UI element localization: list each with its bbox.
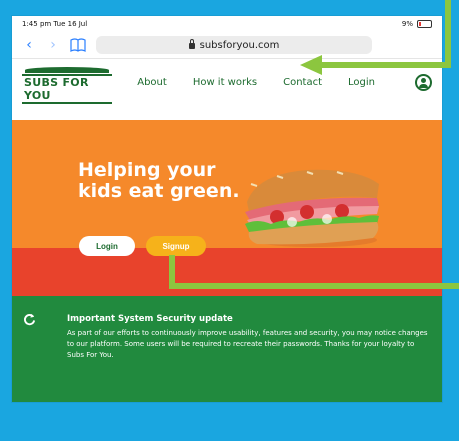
sandwich-image [245,169,379,247]
site-nav: About How it works Contact Login [137,73,432,91]
notice-title: Important System Security update [67,314,233,324]
annotation-arrowhead-top [300,55,322,75]
annotation-arrow-bottom-vertical [169,255,175,289]
hero-login-button[interactable]: Login [79,236,135,256]
refresh-icon [24,313,36,326]
hero-headline: Helping your kids eat green. [78,160,240,202]
annotation-arrow-bottom-horizontal [169,283,459,289]
logo-arc [25,67,109,73]
hero-signup-button[interactable]: Signup [146,236,206,256]
nav-how-it-works[interactable]: How it works [193,77,257,88]
nav-login[interactable]: Login [348,77,375,88]
nav-contact[interactable]: Contact [283,77,322,88]
lock-icon [188,39,195,49]
annotation-arrow-top-vertical [445,0,451,68]
address-url: subsforyou.com [199,39,280,51]
headline-line1: Helping your [78,159,216,181]
address-bar[interactable]: subsforyou.com [96,36,372,54]
forward-icon[interactable]: › [46,37,60,53]
battery-percent: 9% [401,20,413,28]
notice-body: As part of our efforts to continuously i… [67,329,428,359]
back-icon[interactable]: ‹ [22,37,36,53]
status-time: 1:45 pm Tue 16 Jul [22,20,88,28]
logo-text: SUBS FOR YOU [22,74,112,104]
headline-line2: kids eat green. [78,180,240,202]
status-indicators: 9% [402,20,432,28]
user-icon[interactable] [415,73,432,91]
bookmarks-icon[interactable] [70,38,86,52]
device-screen: 1:45 pm Tue 16 Jul 9% ‹ › subsforyou.com… [12,16,442,402]
annotation-arrow-top-horizontal [320,62,451,68]
browser-toolbar: ‹ › subsforyou.com [12,32,442,59]
battery-icon [417,20,432,28]
security-notice: Important System Security update As part… [12,296,442,402]
site-logo[interactable]: SUBS FOR YOU [22,67,112,104]
status-bar: 1:45 pm Tue 16 Jul 9% [12,16,442,32]
nav-about[interactable]: About [137,77,167,88]
